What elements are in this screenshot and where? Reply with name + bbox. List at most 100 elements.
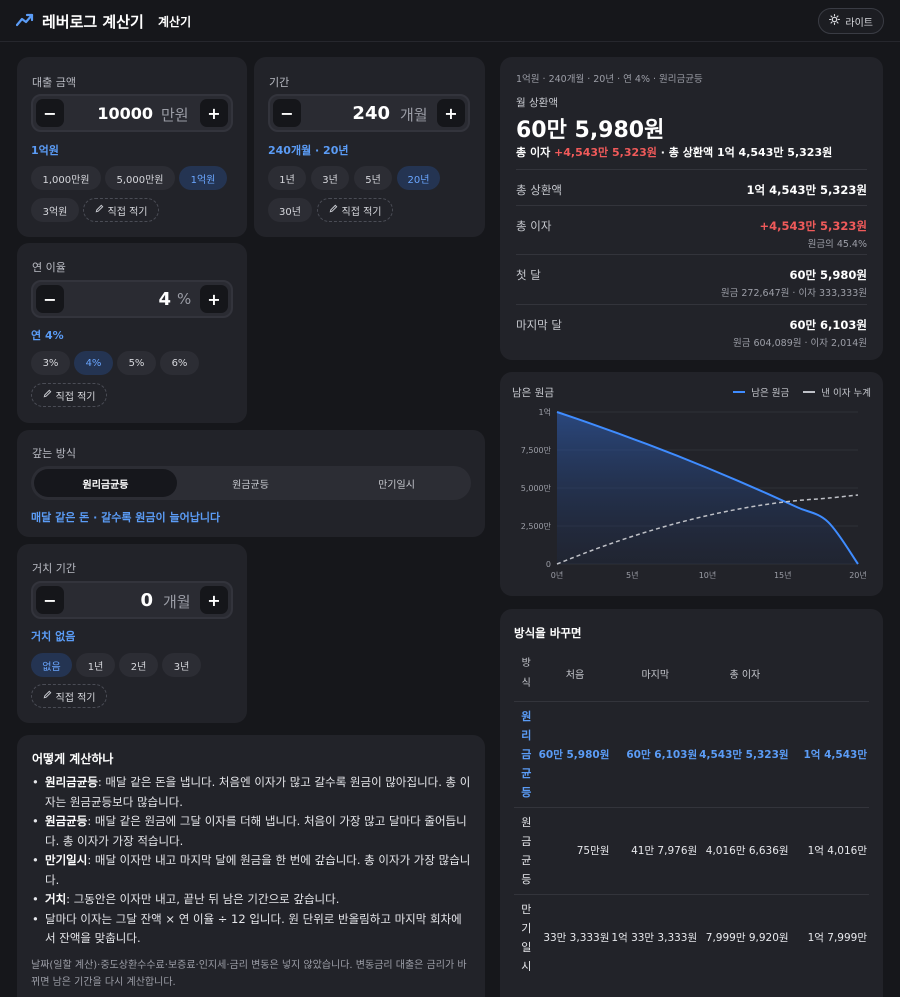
rate-custom-button[interactable]: 직접 적기 (31, 383, 107, 407)
compare-table: 방식 처음 마지막 총 이자 원리금균등 60만 5,980원 60만 6,10… (514, 647, 869, 981)
summary-row-sub: 원금의 45.4% (807, 239, 867, 250)
rate-preset-chip[interactable]: 6% (160, 351, 199, 375)
loan-amount-card: 대출 금액 − 10000 만원 + 1억원 1,000만원 5,000만원 1… (17, 57, 247, 237)
monthly-payment-label: 월 상환액 (516, 97, 558, 109)
grace-decrement-button[interactable]: − (36, 586, 64, 614)
how-item: 만기일시: 매달 이자만 내고 마지막 달에 원금을 한 번에 갚습니다. 총 … (31, 851, 471, 890)
sun-icon (829, 14, 841, 28)
loan-amount-unit: 만원 (161, 106, 189, 124)
loan-amount-stepper: − 10000 만원 + (31, 94, 233, 132)
loan-preset-chip-active[interactable]: 1억원 (179, 166, 227, 190)
rate-card: 연 이율 − 4 % + 연 4% 3% 4% 5% 6% 직접 적기 (17, 243, 247, 423)
pencil-icon (95, 204, 104, 216)
nav-tab-calculator[interactable]: 계산기 (158, 13, 191, 30)
term-preset-chip[interactable]: 3년 (311, 166, 349, 190)
summary-card: 1억원 · 240개월 · 20년 · 연 4% · 원리금균등 월 상환액 6… (500, 57, 883, 360)
loan-increment-button[interactable]: + (200, 99, 228, 127)
top-bar: 레버로그 계산기 계산기 라이트 (0, 0, 900, 42)
rate-preset-chip[interactable]: 5% (117, 351, 156, 375)
term-preset-chip[interactable]: 30년 (268, 198, 312, 222)
loan-decrement-button[interactable]: − (36, 99, 64, 127)
loan-amount-label: 대출 금액 (32, 76, 76, 89)
term-preset-chip[interactable]: 5년 (354, 166, 392, 190)
method-option-bullet[interactable]: 만기일시 (325, 469, 468, 497)
method-hint: 매달 같은 돈 · 갈수록 원금이 늘어납니다 (31, 511, 221, 524)
theme-toggle-button[interactable]: 라이트 (818, 8, 884, 34)
summary-row-last-month: 마지막 달 60만 6,103원 원금 604,089원 · 이자 2,014원 (516, 304, 867, 354)
loan-amount-input[interactable]: 10000 (97, 104, 153, 123)
grace-increment-button[interactable]: + (200, 586, 228, 614)
loan-preset-chip[interactable]: 3억원 (31, 198, 79, 222)
grace-label: 거치 기간 (32, 562, 76, 575)
how-footnote: 날짜(일할 계산)·중도상환수수료·보증료·인지세·금리 변동은 넣지 않았습니… (31, 960, 467, 988)
compare-method-name: 원금균등 (514, 807, 539, 895)
summary-row-interest: 총 이자 +4,543만 5,323원 원금의 45.4% (516, 205, 867, 254)
chart-x-tick-label: 0년 (551, 570, 563, 580)
term-custom-label: 직접 적기 (341, 206, 382, 218)
grace-preset-chip[interactable]: 2년 (119, 653, 158, 677)
term-hint: 240개월 · 20년 (268, 144, 349, 157)
grace-hint: 거치 없음 (31, 630, 76, 643)
totals-interest-value: +4,543만 5,323원 (554, 146, 657, 159)
summary-row-sub: 원금 604,089원 · 이자 2,014원 (732, 338, 867, 349)
loan-preset-chip[interactable]: 1,000만원 (31, 166, 101, 190)
compare-interest: 4,016만 6,636원 (699, 807, 791, 895)
compare-header-row: 방식 처음 마지막 총 이자 (514, 647, 869, 702)
app-title: 레버로그 계산기 (42, 13, 144, 31)
brand[interactable]: 레버로그 계산기 (15, 11, 144, 32)
how-title: 어떻게 계산하나 (32, 752, 114, 766)
compare-header-last: 마지막 (611, 647, 700, 702)
summary-row-sub: 원금 272,647원 · 이자 333,333원 (720, 288, 867, 299)
term-increment-button[interactable]: + (437, 99, 465, 127)
compare-title: 방식을 바꾸면 (514, 626, 582, 640)
loan-custom-button[interactable]: 직접 적기 (83, 198, 159, 222)
rate-input[interactable]: 4 (158, 289, 171, 310)
summary-row-first-month: 첫 달 60만 5,980원 원금 272,647원 · 이자 333,333원 (516, 254, 867, 304)
term-preset-chip[interactable]: 1년 (268, 166, 306, 190)
totals-repay-label: 총 상환액 (668, 146, 714, 159)
compare-row-bullet: 만기일시 33만 3,333원 1억 33만 3,333원 7,999만 9,9… (514, 894, 869, 981)
term-custom-button[interactable]: 직접 적기 (317, 198, 393, 222)
compare-total: 1억 4,016만 (790, 807, 869, 895)
loan-preset-chip[interactable]: 5,000만원 (105, 166, 175, 190)
summary-row-label: 총 상환액 (516, 183, 562, 197)
grace-preset-chip[interactable]: 3년 (162, 653, 201, 677)
grace-unit: 개월 (163, 593, 191, 611)
totals-interest-label: 총 이자 (516, 146, 551, 159)
rate-decrement-button[interactable]: − (36, 285, 64, 313)
grace-preset-chip-active[interactable]: 없음 (31, 653, 72, 677)
compare-interest: 4,543만 5,323원 (699, 701, 791, 808)
summary-row-label: 총 이자 (516, 219, 552, 233)
summary-row-value: 60만 6,103원 (789, 318, 867, 332)
compare-header-total (790, 647, 869, 702)
compare-method-name: 만기일시 (521, 902, 532, 973)
compare-method-name: 원리금균등 (514, 701, 539, 808)
pencil-icon (43, 690, 52, 702)
rate-preset-chip[interactable]: 3% (31, 351, 70, 375)
term-preset-chip-active[interactable]: 20년 (397, 166, 440, 190)
rate-custom-label: 직접 적기 (55, 391, 96, 403)
balance-chart: 0 2,500만 5,000만 7,500만 1억 0년 5년 10년 15년 20년 (521, 407, 867, 580)
method-card: 갚는 방식 원리금균등 원금균등 만기일시 매달 같은 돈 · 갈수록 원금이 … (17, 430, 485, 537)
chart-x-tick-label: 20년 (849, 570, 867, 580)
method-option-equal-principal[interactable]: 원금균등 (179, 469, 322, 497)
term-input[interactable]: 240 (352, 103, 390, 124)
rate-increment-button[interactable]: + (200, 285, 228, 313)
compare-last: 41만 7,976원 (611, 807, 700, 895)
rate-preset-chip-active[interactable]: 4% (74, 351, 113, 375)
summary-row-label: 첫 달 (516, 268, 541, 282)
compare-row-equal-payment: 원리금균등 60만 5,980원 60만 6,103원 4,543만 5,323… (514, 701, 869, 808)
method-option-equal-payment[interactable]: 원리금균등 (34, 469, 177, 497)
grace-stepper: − 0 개월 + (31, 581, 233, 619)
term-decrement-button[interactable]: − (273, 99, 301, 127)
term-unit: 개월 (400, 106, 428, 124)
compare-row-equal-principal: 원금균등 75만원 41만 7,976원 4,016만 6,636원 1억 4,… (514, 807, 869, 895)
chart-x-tick-label: 10년 (699, 570, 717, 580)
method-segmented-control: 원리금균등 원금균등 만기일시 (31, 466, 471, 500)
grace-custom-button[interactable]: 직접 적기 (31, 684, 107, 708)
grace-input[interactable]: 0 (140, 590, 153, 611)
how-it-works-card: 어떻게 계산하나 원리금균등: 매달 같은 돈을 냅니다. 처음엔 이자가 많고… (17, 735, 485, 997)
grace-preset-chip[interactable]: 1년 (76, 653, 115, 677)
compare-first: 75만원 (538, 807, 612, 895)
totals-repay-value: 1억 4,543만 5,323원 (716, 146, 833, 159)
